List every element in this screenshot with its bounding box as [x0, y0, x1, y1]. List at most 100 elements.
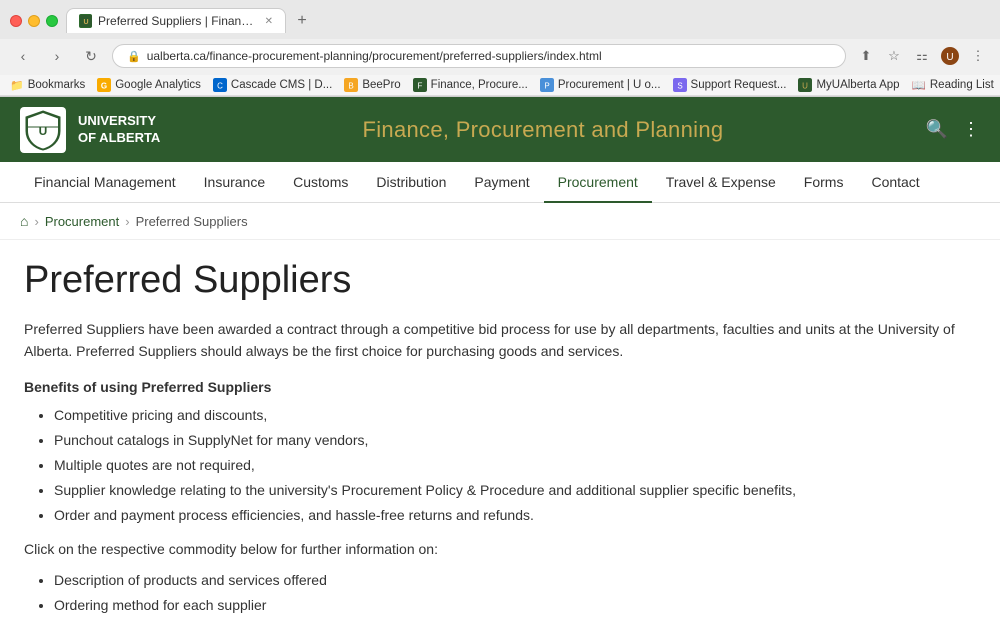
svg-text:U: U [803, 82, 809, 91]
nav-item-procurement[interactable]: Procurement [544, 162, 652, 202]
nav-item-forms[interactable]: Forms [790, 162, 858, 202]
bookmark-google-analytics[interactable]: G Google Analytics [97, 78, 201, 92]
department-title: Finance, Procurement and Planning [363, 117, 724, 143]
nav-item-distribution[interactable]: Distribution [362, 162, 460, 202]
university-logo[interactable]: U UNIVERSITY OF ALBERTA [20, 107, 160, 153]
refresh-button[interactable]: ↻ [78, 43, 104, 69]
list-item: Description of products and services off… [54, 570, 976, 591]
svg-text:G: G [101, 82, 107, 91]
bookmark-label: Reading List [930, 79, 994, 91]
website: U UNIVERSITY OF ALBERTA Finance, Procure… [0, 97, 1000, 640]
new-tab-button[interactable]: + [290, 9, 314, 33]
lock-icon: 🔒 [127, 50, 141, 63]
bookmarks-label: Bookmarks [28, 79, 86, 91]
list-item: Multiple quotes are not required, [54, 455, 976, 476]
browser-chrome: U Preferred Suppliers | Finance, ... ✕ +… [0, 0, 1000, 97]
support-icon: S [673, 78, 687, 92]
url-bar[interactable]: 🔒 ualberta.ca/finance-procurement-planni… [112, 44, 846, 68]
bookmark-support[interactable]: S Support Request... [673, 78, 787, 92]
svg-text:U: U [83, 19, 88, 26]
shield-logo: U [20, 107, 66, 153]
svg-text:B: B [349, 82, 354, 91]
svg-text:C: C [217, 82, 223, 91]
active-tab[interactable]: U Preferred Suppliers | Finance, ... ✕ [66, 8, 286, 33]
header-icons: 🔍 ⋮ [926, 119, 980, 140]
benefits-list: Competitive pricing and discounts, Punch… [54, 405, 976, 526]
reading-list-icon: 📖 [912, 78, 926, 92]
url-text: ualberta.ca/finance-procurement-planning… [147, 49, 602, 63]
nav-item-contact[interactable]: Contact [857, 162, 933, 202]
university-header: U UNIVERSITY OF ALBERTA Finance, Procure… [0, 97, 1000, 162]
bookmark-label: BeePro [362, 79, 400, 91]
finance-icon: F [413, 78, 427, 92]
title-bar: U Preferred Suppliers | Finance, ... ✕ + [0, 0, 1000, 39]
nav-item-insurance[interactable]: Insurance [190, 162, 279, 202]
menu-icon[interactable]: ⋮ [962, 119, 980, 140]
address-bar: ‹ › ↻ 🔒 ualberta.ca/finance-procurement-… [0, 39, 1000, 75]
benefits-heading: Benefits of using Preferred Suppliers [24, 379, 976, 395]
university-name: UNIVERSITY OF ALBERTA [78, 113, 160, 147]
bookmark-myualberta[interactable]: U MyUAlberta App [798, 78, 899, 92]
forward-button[interactable]: › [44, 43, 70, 69]
share-button[interactable]: ⬆ [854, 44, 878, 68]
nav-item-travel-expense[interactable]: Travel & Expense [652, 162, 790, 202]
svg-text:P: P [544, 82, 549, 91]
list-item: Order and payment process efficiencies, … [54, 505, 976, 526]
profile-button[interactable]: U [938, 44, 962, 68]
bookmark-label: Google Analytics [115, 79, 201, 91]
extensions-button[interactable]: ⚏ [910, 44, 934, 68]
tab-bar: U Preferred Suppliers | Finance, ... ✕ + [66, 8, 990, 33]
breadcrumb-procurement[interactable]: Procurement [45, 214, 119, 229]
folder-icon: 📁 [10, 79, 24, 92]
page-title: Preferred Suppliers [24, 260, 976, 302]
list-item: Punchout catalogs in SupplyNet for many … [54, 430, 976, 451]
tab-close-button[interactable]: ✕ [265, 16, 273, 27]
bookmarks-folder[interactable]: 📁 Bookmarks [10, 79, 85, 92]
nav-item-financial-management[interactable]: Financial Management [20, 162, 190, 202]
breadcrumb-separator-2: › [125, 214, 129, 229]
tab-favicon: U [79, 14, 92, 28]
breadcrumb: ⌂ › Procurement › Preferred Suppliers [0, 203, 1000, 240]
bookmark-procurement[interactable]: P Procurement | U o... [540, 78, 661, 92]
svg-text:S: S [677, 82, 682, 91]
cascade-icon: C [213, 78, 227, 92]
bookmark-button[interactable]: ☆ [882, 44, 906, 68]
bookmark-label: Finance, Procure... [431, 79, 528, 91]
nav-item-payment[interactable]: Payment [460, 162, 543, 202]
bookmark-cascade[interactable]: C Cascade CMS | D... [213, 78, 332, 92]
main-content: Preferred Suppliers Preferred Suppliers … [0, 240, 1000, 640]
bookmark-reading-list[interactable]: 📖 Reading List [912, 78, 994, 92]
click-text: Click on the respective commodity below … [24, 538, 976, 560]
svg-text:U: U [946, 52, 953, 63]
bookmark-beepro[interactable]: B BeePro [344, 78, 400, 92]
nav-list: Financial Management Insurance Customs D… [0, 162, 1000, 202]
main-navigation: Financial Management Insurance Customs D… [0, 162, 1000, 203]
svg-text:U: U [39, 124, 48, 138]
breadcrumb-separator: › [34, 214, 38, 229]
bookmark-finance[interactable]: F Finance, Procure... [413, 78, 528, 92]
breadcrumb-home[interactable]: ⌂ [20, 213, 28, 229]
bookmarks-bar: 📁 Bookmarks G Google Analytics C Cascade… [0, 75, 1000, 96]
list-item: Competitive pricing and discounts, [54, 405, 976, 426]
myualberta-icon: U [798, 78, 812, 92]
maximize-button[interactable] [46, 15, 58, 27]
back-button[interactable]: ‹ [10, 43, 36, 69]
nav-item-customs[interactable]: Customs [279, 162, 362, 202]
search-icon[interactable]: 🔍 [926, 119, 948, 140]
bookmark-label: MyUAlberta App [816, 79, 899, 91]
bookmark-label: Cascade CMS | D... [231, 79, 332, 91]
google-analytics-icon: G [97, 78, 111, 92]
tab-title: Preferred Suppliers | Finance, ... [98, 14, 259, 28]
browser-actions: ⬆ ☆ ⚏ U ⋮ [854, 44, 990, 68]
shield-icon: U [24, 109, 62, 151]
minimize-button[interactable] [28, 15, 40, 27]
list-item: Ordering method for each supplier [54, 595, 976, 616]
more-button[interactable]: ⋮ [966, 44, 990, 68]
list-item: Supplier knowledge relating to the unive… [54, 480, 976, 501]
bookmark-label: Support Request... [691, 79, 787, 91]
breadcrumb-current: Preferred Suppliers [136, 214, 248, 229]
procurement-icon: P [540, 78, 554, 92]
beepro-icon: B [344, 78, 358, 92]
close-button[interactable] [10, 15, 22, 27]
bookmark-label: Procurement | U o... [558, 79, 661, 91]
